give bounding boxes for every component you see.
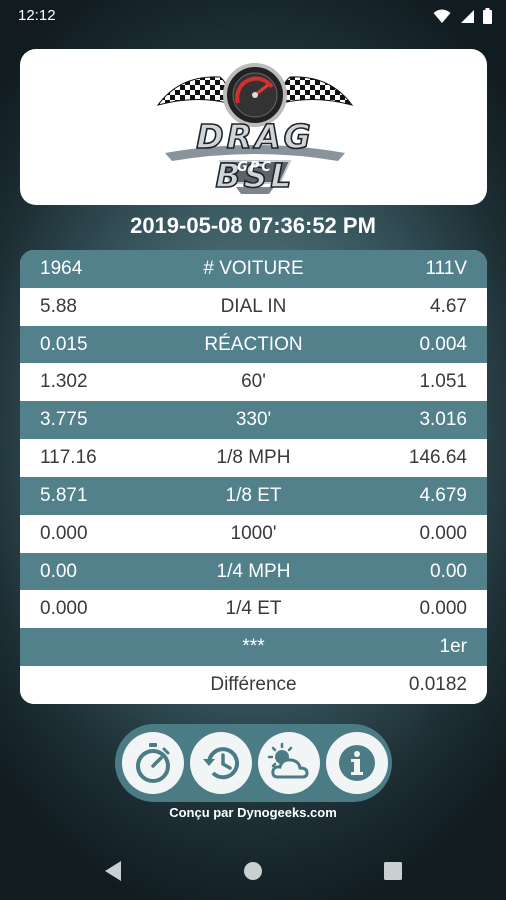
left-lane-value: 0.000 bbox=[40, 598, 88, 620]
left-lane-value: 1.302 bbox=[40, 371, 88, 393]
right-lane-value: 0.0182 bbox=[408, 674, 467, 696]
results-table: # VOITURE 1964 111V DIAL IN 5.88 4.67 RÉ… bbox=[20, 250, 487, 704]
left-lane-value: 0.00 bbox=[40, 560, 77, 582]
row-label: *** bbox=[242, 636, 265, 658]
row-label: 1/4 ET bbox=[225, 598, 282, 620]
info-button[interactable] bbox=[326, 732, 388, 794]
right-lane-value: 0.000 bbox=[419, 522, 467, 544]
developer-credit: Conçu par Dynogeeks.com bbox=[169, 805, 337, 820]
navigation-bar bbox=[0, 846, 506, 900]
row-label: 330' bbox=[235, 409, 272, 431]
right-lane-value: 146.64 bbox=[408, 447, 467, 469]
run-timestamp: 2019-05-08 07:36:52 PM bbox=[130, 213, 376, 238]
table-row: 60' 1.302 1.051 bbox=[20, 363, 487, 402]
right-lane-value: 3.016 bbox=[419, 409, 467, 431]
logo-card: DRAG BSL GPC bbox=[20, 49, 487, 205]
right-lane-value: 1er bbox=[439, 636, 467, 658]
left-lane-value: 0.015 bbox=[40, 333, 88, 355]
status-time: 12:12 bbox=[18, 7, 56, 24]
table-row: RÉACTION 0.015 0.004 bbox=[20, 325, 487, 364]
right-lane-value: 0.00 bbox=[430, 560, 467, 582]
wifi-icon bbox=[433, 9, 451, 23]
table-row: DIAL IN 5.88 4.67 bbox=[20, 287, 487, 326]
drag-bsl-logo: DRAG BSL GPC bbox=[150, 55, 360, 199]
stopwatch-icon bbox=[136, 743, 170, 783]
table-row: 330' 3.775 3.016 bbox=[20, 401, 487, 440]
row-label: 1/4 MPH bbox=[216, 560, 291, 582]
recents-icon[interactable] bbox=[384, 862, 402, 880]
left-lane-value: 5.871 bbox=[40, 484, 88, 506]
row-label: DIAL IN bbox=[220, 295, 287, 317]
right-lane-value: 1.051 bbox=[419, 371, 467, 393]
table-row: Différence 0.0182 bbox=[20, 666, 487, 704]
table-row: 1/4 ET 0.000 0.000 bbox=[20, 590, 487, 629]
table-row: 1000' 0.000 0.000 bbox=[20, 514, 487, 553]
left-lane-value: 117.16 bbox=[40, 447, 97, 469]
right-lane-value: 0.004 bbox=[419, 333, 467, 355]
status-icons bbox=[433, 8, 492, 24]
signal-icon bbox=[461, 9, 474, 23]
action-toolbar bbox=[115, 724, 392, 802]
left-lane-value: 5.88 bbox=[40, 295, 77, 317]
left-lane-value: 0.000 bbox=[40, 522, 88, 544]
table-row: 1/4 MPH 0.00 0.00 bbox=[20, 552, 487, 591]
row-label: 60' bbox=[241, 371, 266, 393]
right-lane-value: 111V bbox=[425, 258, 467, 279]
table-row: # VOITURE 1964 111V bbox=[20, 250, 487, 288]
row-label: # VOITURE bbox=[203, 258, 304, 279]
weather-button[interactable] bbox=[258, 732, 320, 794]
right-lane-value: 4.679 bbox=[419, 484, 467, 506]
history-button[interactable] bbox=[190, 732, 252, 794]
logo-subtitle: GPC bbox=[237, 160, 273, 175]
left-lane-value: 3.775 bbox=[40, 409, 88, 431]
row-label: RÉACTION bbox=[204, 333, 303, 355]
battery-icon bbox=[483, 8, 492, 24]
home-icon[interactable] bbox=[243, 861, 263, 881]
right-lane-value: 0.000 bbox=[419, 598, 467, 620]
info-icon bbox=[339, 745, 375, 781]
row-label: 1/8 ET bbox=[225, 484, 282, 506]
logo-title: DRAG BSL bbox=[195, 116, 314, 196]
table-row: 1/8 ET 5.871 4.679 bbox=[20, 476, 487, 515]
left-lane-value: 1964 bbox=[40, 258, 83, 279]
table-row: *** 1er bbox=[20, 628, 487, 667]
history-icon bbox=[203, 747, 239, 780]
weather-icon bbox=[267, 742, 309, 779]
right-lane-value: 4.67 bbox=[430, 295, 467, 317]
row-label: 1000' bbox=[230, 522, 277, 544]
back-icon[interactable] bbox=[103, 860, 123, 882]
status-bar: 12:12 bbox=[0, 0, 506, 32]
table-row: 1/8 MPH 117.16 146.64 bbox=[20, 439, 487, 477]
stopwatch-button[interactable] bbox=[122, 732, 184, 794]
